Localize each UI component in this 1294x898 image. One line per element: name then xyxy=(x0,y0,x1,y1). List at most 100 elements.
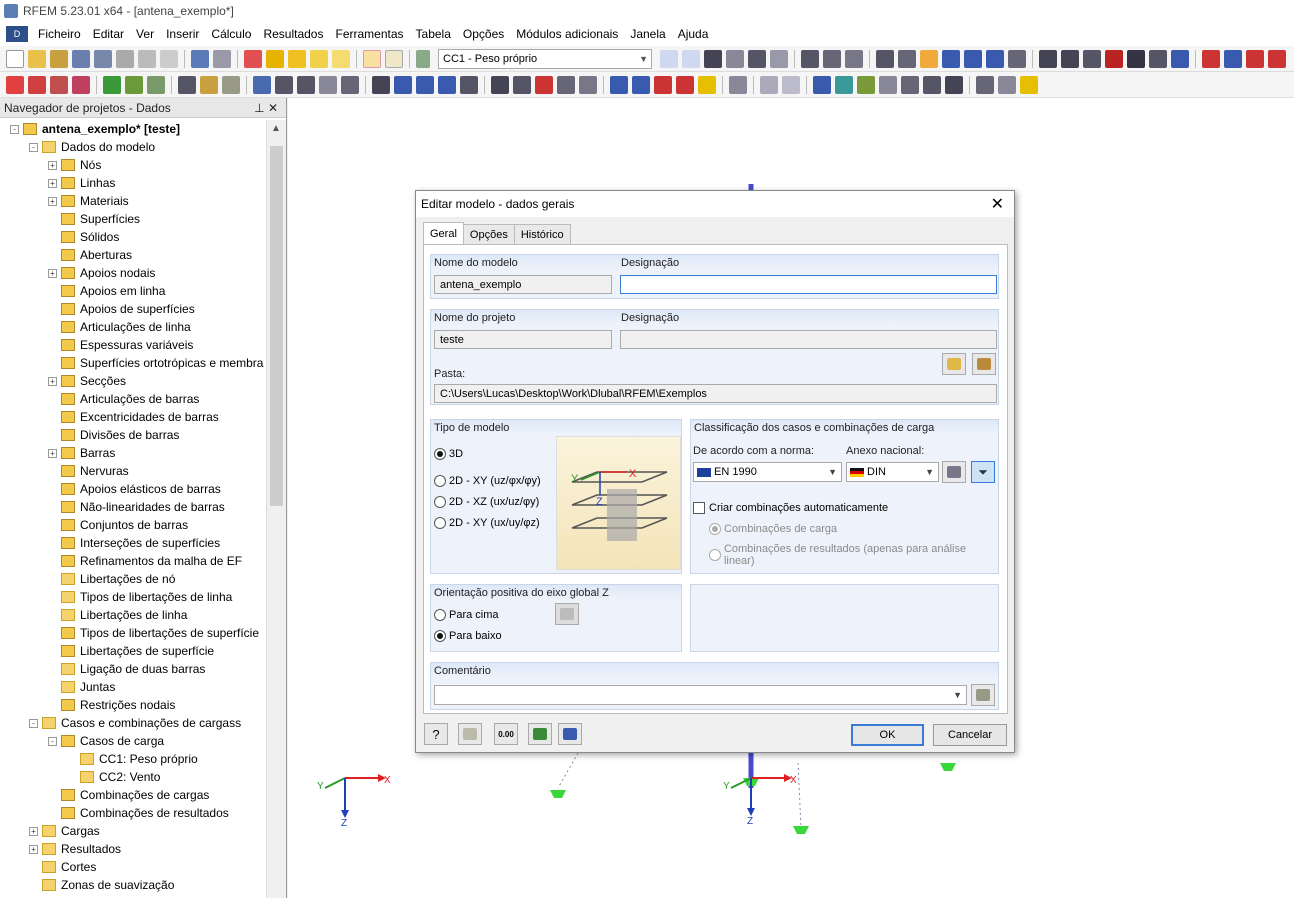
surface-support-icon[interactable] xyxy=(147,75,165,94)
tree-item[interactable]: Sólidos xyxy=(0,228,265,246)
expand-icon[interactable]: + xyxy=(48,376,57,386)
page-setup-icon[interactable] xyxy=(160,49,178,68)
object-snap-icon[interactable] xyxy=(920,49,938,68)
display-icon[interactable] xyxy=(729,75,747,94)
view-front-icon[interactable] xyxy=(1202,49,1220,68)
tree-item[interactable]: Articulações de barras xyxy=(0,390,265,408)
opening-icon[interactable] xyxy=(319,75,337,94)
solid-icon[interactable] xyxy=(297,75,315,94)
tree-item[interactable]: + Resultados xyxy=(0,840,265,858)
section-icon[interactable] xyxy=(253,75,271,94)
edit-button[interactable] xyxy=(458,723,482,745)
tree-item[interactable]: Juntas xyxy=(0,678,265,696)
grid-icon[interactable] xyxy=(876,49,894,68)
tree-item[interactable]: Zonas de suavização xyxy=(0,876,265,894)
pin-close-icons[interactable]: ⊥ ✕ xyxy=(254,101,278,115)
close-icon[interactable]: ✕ xyxy=(991,194,1004,214)
tree-item[interactable]: + Cargas xyxy=(0,822,265,840)
member-load-icon[interactable] xyxy=(200,75,218,94)
filter-button[interactable]: ⏷ xyxy=(971,461,995,483)
undo-icon[interactable] xyxy=(191,49,209,68)
tree-item[interactable]: Superfícies xyxy=(0,210,265,228)
tree-item[interactable]: Combinações de cargas xyxy=(0,786,265,804)
print-preview-icon[interactable] xyxy=(138,49,156,68)
tree-item[interactable]: - antena_exemplo* [teste] xyxy=(0,120,265,138)
surface-load-icon[interactable] xyxy=(222,75,240,94)
tree-item[interactable]: Espessuras variáveis xyxy=(0,336,265,354)
tree-item[interactable]: Excentricidades de barras xyxy=(0,408,265,426)
menu-opcoes[interactable]: Opções xyxy=(457,27,510,41)
tree-item[interactable]: Articulações de linha xyxy=(0,318,265,336)
view-iso2-icon[interactable] xyxy=(676,75,694,94)
deformation-icon[interactable] xyxy=(801,49,819,68)
graphics-print-icon[interactable] xyxy=(998,75,1016,94)
navigator-icon[interactable] xyxy=(385,49,403,68)
tree-item[interactable]: + Materiais xyxy=(0,192,265,210)
results-on-icon[interactable] xyxy=(704,49,722,68)
tree-item[interactable]: Cortes xyxy=(0,858,265,876)
tree-item[interactable]: Não-linearidades de barras xyxy=(0,498,265,516)
tree-item[interactable]: + Linhas xyxy=(0,174,265,192)
model-type-2d-xz-radio[interactable]: 2D - XZ (ux/uz/φy) xyxy=(434,496,539,508)
tree-item[interactable]: Refinamentos da malha de EF xyxy=(0,552,265,570)
new-project-button[interactable] xyxy=(942,353,966,375)
mirror-icon[interactable] xyxy=(1083,49,1101,68)
tab-historico[interactable]: Histórico xyxy=(513,224,571,244)
support-icon[interactable] xyxy=(940,763,956,771)
polyline-icon[interactable] xyxy=(50,75,68,94)
help-button[interactable]: ? xyxy=(424,723,448,745)
model-icon[interactable] xyxy=(341,75,359,94)
tree-item[interactable]: Apoios de superfícies xyxy=(0,300,265,318)
next-load-case-icon[interactable] xyxy=(682,49,700,68)
menu-ficheiro[interactable]: Ficheiro xyxy=(32,27,87,41)
open-file-icon[interactable] xyxy=(28,49,46,68)
tree-item[interactable]: Restrições nodais xyxy=(0,696,265,714)
results-view-icon[interactable] xyxy=(748,49,766,68)
menu-ver[interactable]: Ver xyxy=(130,27,160,41)
menu-ferramentas[interactable]: Ferramentas xyxy=(329,27,409,41)
orientation-down-radio[interactable]: Para baixo xyxy=(434,630,502,642)
project-manager-button[interactable] xyxy=(972,353,996,375)
results-values-icon[interactable] xyxy=(726,49,744,68)
surface-icon[interactable] xyxy=(275,75,293,94)
menu-inserir[interactable]: Inserir xyxy=(160,27,205,41)
nodal-support-icon[interactable] xyxy=(103,75,121,94)
line-style-icon[interactable] xyxy=(760,75,778,94)
model-type-3d-radio[interactable]: 3D xyxy=(434,448,463,460)
ok-button[interactable]: OK xyxy=(851,724,924,746)
redo-icon[interactable] xyxy=(213,49,231,68)
comment-input[interactable]: ▼ xyxy=(434,685,967,705)
norm-select[interactable]: EN 1990 ▼ xyxy=(693,462,842,482)
table-view-icon[interactable] xyxy=(945,75,963,94)
scroll-up-icon[interactable]: ▲ xyxy=(271,123,281,134)
export-button[interactable] xyxy=(558,723,582,745)
orientation-up-radio[interactable]: Para cima xyxy=(434,609,499,621)
report-icon[interactable] xyxy=(976,75,994,94)
tree-item[interactable]: CC2: Vento xyxy=(0,768,265,786)
view-3d-icon[interactable] xyxy=(557,75,575,94)
zoom-all-icon[interactable] xyxy=(491,75,509,94)
project-name-field[interactable]: teste xyxy=(434,330,612,349)
render-surface-icon[interactable] xyxy=(835,75,853,94)
visibility-icon[interactable] xyxy=(698,75,716,94)
tree-item[interactable]: Tipos de libertações de linha xyxy=(0,588,265,606)
tree-item[interactable]: Combinações de resultados xyxy=(0,804,265,822)
tree-item[interactable]: + Barras xyxy=(0,444,265,462)
dlubal-logo-icon[interactable]: D xyxy=(6,26,28,42)
results-max-icon[interactable] xyxy=(770,49,788,68)
tree-item[interactable]: Interseções de superfícies xyxy=(0,534,265,552)
model-type-2d-xy-radio[interactable]: 2D - XY (uz/φx/φy) xyxy=(434,475,541,487)
tree-item[interactable]: + Nós xyxy=(0,156,265,174)
tree-item[interactable]: - Dados do modelo xyxy=(0,138,265,156)
lighting-icon[interactable] xyxy=(879,75,897,94)
tree-item[interactable]: Tipos de libertações de superfície xyxy=(0,624,265,642)
zoom-icon[interactable] xyxy=(535,75,553,94)
expand-icon[interactable]: + xyxy=(48,160,57,170)
collapse-icon[interactable]: - xyxy=(29,718,38,728)
view-top-icon[interactable] xyxy=(1246,49,1264,68)
tree-item[interactable]: Libertações de nó xyxy=(0,570,265,588)
view-iso-icon[interactable] xyxy=(1268,49,1286,68)
model-grid-icon[interactable] xyxy=(901,75,919,94)
annex-select[interactable]: DIN ▼ xyxy=(846,462,939,482)
search-icon[interactable] xyxy=(266,49,284,68)
